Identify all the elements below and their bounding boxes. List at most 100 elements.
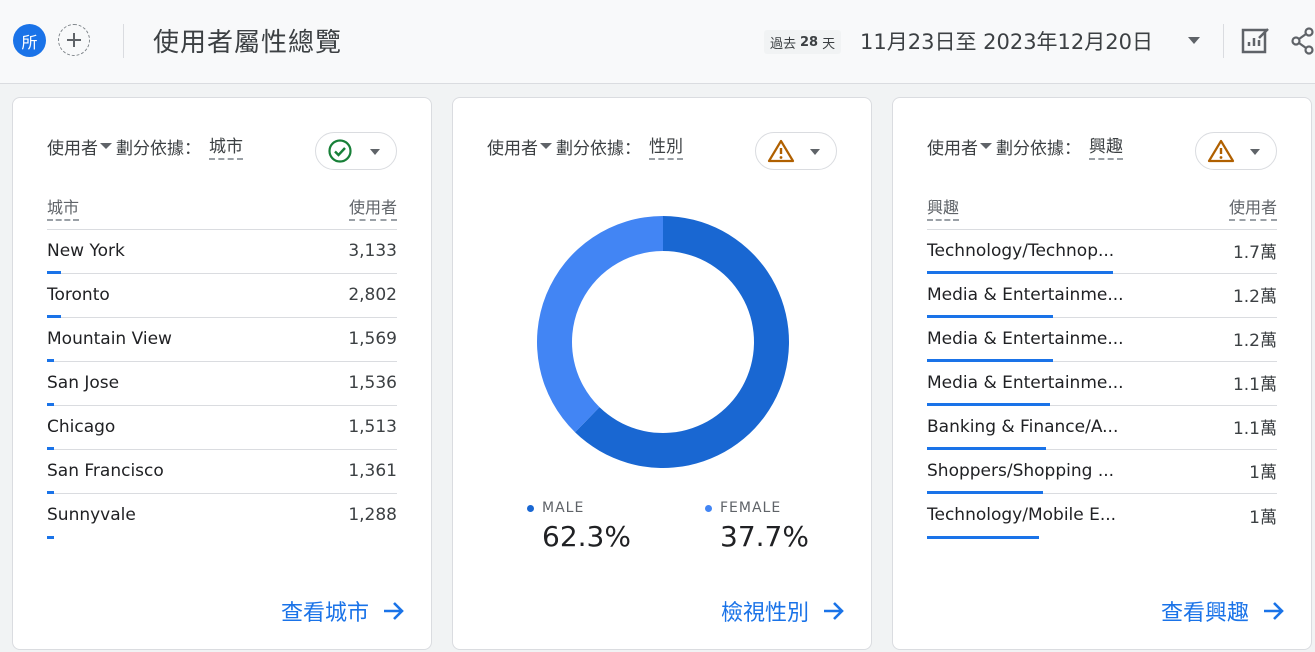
- table-row[interactable]: New York 3,133: [47, 230, 397, 274]
- table-row[interactable]: Technology/Mobile E... 1萬: [927, 494, 1277, 539]
- row-label: Sunnyvale: [47, 505, 136, 525]
- range-suffix: 天: [822, 36, 836, 52]
- card-header: 使用者 劃分依據： 興趣: [927, 132, 1123, 160]
- dimension-label[interactable]: 性別: [649, 132, 683, 160]
- metric-selector[interactable]: 使用者: [487, 134, 538, 159]
- date-range-chip[interactable]: 過去 28 天: [764, 30, 842, 54]
- view-interests-link[interactable]: 查看興趣: [1161, 595, 1285, 627]
- add-comparison-button[interactable]: [58, 24, 90, 56]
- legend-percent: 62.3%: [542, 520, 631, 553]
- table-row[interactable]: Media & Entertainme... 1.2萬: [927, 318, 1277, 362]
- table-row[interactable]: Shoppers/Shopping ... 1萬: [927, 450, 1277, 494]
- header-divider-2: [1223, 24, 1224, 58]
- legend-dot: [527, 504, 534, 512]
- link-label: 查看興趣: [1160, 601, 1249, 626]
- avatar-letter: 所: [21, 32, 38, 52]
- table-row[interactable]: Chicago 1,513: [47, 406, 397, 450]
- split-label: 劃分依據：: [556, 138, 641, 159]
- row-label: San Jose: [47, 372, 120, 393]
- interest-card: 使用者 劃分依據： 興趣 興趣 使用者 Technology/Technop..…: [892, 97, 1312, 650]
- table-row[interactable]: Technology/Technop... 1.7萬: [927, 230, 1277, 274]
- split-label: 劃分依據：: [116, 138, 201, 159]
- top-header: 所 使用者屬性總覽 過去 28 天 11月23日至 2023年12月20日: [0, 0, 1315, 84]
- card-header: 使用者 劃分依據： 性別: [487, 132, 683, 160]
- table-row[interactable]: Media & Entertainme... 1.1萬: [927, 362, 1277, 406]
- arrow-right-icon: [1264, 602, 1284, 620]
- caret-down-icon[interactable]: [980, 143, 992, 149]
- warning-icon: [767, 139, 795, 163]
- customize-report-icon[interactable]: [1241, 26, 1271, 56]
- row-value: 1.1萬: [1232, 419, 1277, 439]
- gender-donut-chart: [537, 216, 789, 468]
- table-row[interactable]: San Jose 1,536: [47, 362, 397, 406]
- row-value: 1萬: [1249, 507, 1277, 528]
- table-header: 城市 使用者: [47, 194, 397, 230]
- legend-label: MALE: [542, 500, 585, 516]
- legend-percent: 37.7%: [720, 520, 809, 553]
- row-label: Chicago: [47, 416, 116, 437]
- row-value: 1,569: [348, 328, 397, 349]
- column-header-dimension[interactable]: 城市: [47, 194, 80, 221]
- row-value: 1,288: [348, 505, 397, 525]
- row-value: 1.2萬: [1232, 287, 1277, 307]
- column-header-metric[interactable]: 使用者: [1228, 194, 1277, 221]
- plus-icon: [67, 33, 81, 47]
- chevron-down-icon: [810, 149, 820, 155]
- row-value: 1,513: [348, 416, 397, 437]
- caret-down-icon[interactable]: [540, 143, 552, 149]
- column-header-dimension[interactable]: 興趣: [927, 194, 960, 221]
- status-chip[interactable]: [315, 132, 397, 170]
- row-bar: [927, 536, 1039, 539]
- dimension-label[interactable]: 興趣: [1089, 132, 1123, 160]
- legend-female: FEMALE 37.7%: [705, 500, 809, 553]
- row-label: Toronto: [47, 284, 110, 305]
- table-row[interactable]: Toronto 2,802: [47, 274, 397, 318]
- status-chip[interactable]: [1195, 132, 1277, 170]
- interest-table: 興趣 使用者 Technology/Technop... 1.7萬 Media & …: [927, 194, 1277, 539]
- row-label: San Francisco: [47, 460, 164, 481]
- table-row[interactable]: San Francisco 1,361: [47, 450, 397, 494]
- metric-selector[interactable]: 使用者: [927, 134, 978, 159]
- column-header-metric[interactable]: 使用者: [348, 194, 397, 221]
- dimension-label[interactable]: 城市: [209, 132, 243, 160]
- table-header: 興趣 使用者: [927, 194, 1277, 230]
- table-rows: Technology/Technop... 1.7萬 Media & Enterta…: [927, 230, 1277, 539]
- city-card: 使用者 劃分依據： 城市 城市 使用者 New York 3,133 Toronto…: [12, 97, 432, 650]
- link-label: 檢視性別: [720, 601, 809, 626]
- view-cities-link[interactable]: 查看城市: [281, 595, 405, 627]
- status-chip[interactable]: [755, 132, 837, 170]
- row-value: 3,133: [348, 240, 397, 261]
- caret-down-icon[interactable]: [100, 143, 112, 149]
- view-gender-link[interactable]: 檢視性別: [721, 595, 845, 627]
- table-row[interactable]: Mountain View 1,569: [47, 318, 397, 362]
- page-title: 使用者屬性總覽: [153, 28, 343, 58]
- share-icon[interactable]: [1291, 27, 1315, 55]
- city-table: 城市 使用者 New York 3,133 Toronto 2,802 Mountain…: [47, 194, 397, 539]
- row-label: Technology/Technop...: [927, 240, 1115, 261]
- row-value: 1.1萬: [1232, 375, 1277, 395]
- row-value: 1,536: [348, 372, 397, 393]
- date-range-text[interactable]: 11月23日至 2023年12月20日: [860, 26, 1153, 56]
- row-label: New York: [47, 240, 125, 261]
- chevron-down-icon[interactable]: [1187, 36, 1201, 46]
- row-value: 2,802: [348, 284, 397, 305]
- row-label: Media & Entertainme...: [927, 372, 1124, 393]
- legend-dot: [705, 504, 712, 512]
- row-value: 1萬: [1249, 463, 1277, 483]
- table-row[interactable]: Banking & Finance/A... 1.1萬: [927, 406, 1277, 450]
- row-value: 1,361: [348, 460, 397, 481]
- row-label: Banking & Finance/A...: [927, 416, 1119, 437]
- donut-slice-female[interactable]: [537, 216, 663, 433]
- row-value: 1.2萬: [1232, 331, 1277, 351]
- range-prefix: 過去: [770, 36, 797, 52]
- table-row[interactable]: Media & Entertainme... 1.2萬: [927, 274, 1277, 318]
- legend-label: FEMALE: [720, 500, 782, 516]
- row-label: Media & Entertainme...: [927, 328, 1124, 349]
- arrow-right-icon: [384, 602, 404, 620]
- row-label: Mountain View: [47, 328, 172, 349]
- legend-male: MALE 62.3%: [527, 500, 631, 553]
- table-row[interactable]: Sunnyvale 1,288: [47, 494, 397, 539]
- header-divider: [123, 24, 124, 58]
- metric-selector[interactable]: 使用者: [47, 134, 98, 159]
- property-avatar[interactable]: 所: [13, 24, 46, 57]
